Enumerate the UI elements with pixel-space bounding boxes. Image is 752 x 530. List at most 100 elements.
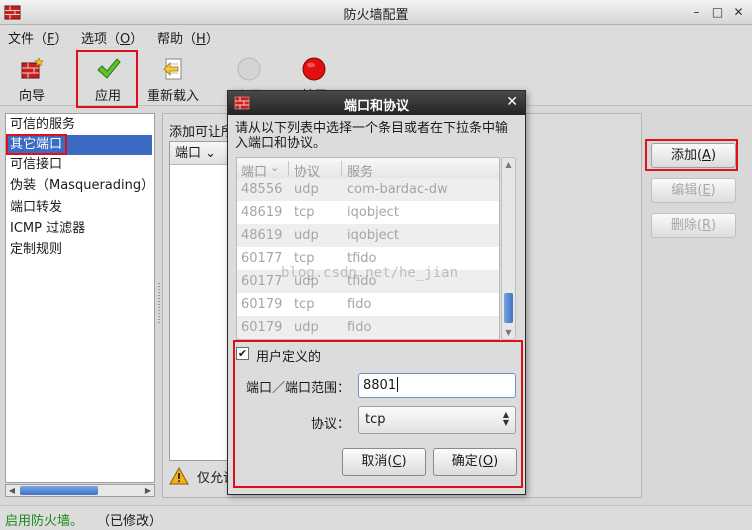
wizard-icon <box>21 57 44 79</box>
minimize-button[interactable]: – <box>688 4 705 21</box>
scroll-up-arrow-icon[interactable]: ▲ <box>502 158 515 171</box>
button-mnemonic: O <box>482 454 494 469</box>
menu-help[interactable]: 帮助（H） <box>154 27 222 48</box>
status-text: 启用防火墙。 <box>5 514 84 529</box>
row-service: fido <box>347 297 372 312</box>
dialog-vertical-scrollbar[interactable]: ▲ ▼ <box>501 157 516 340</box>
button-paren: ) <box>710 148 717 163</box>
button-paren: ) <box>710 183 716 198</box>
row-protocol: udp <box>294 228 319 243</box>
reload-icon <box>163 58 182 80</box>
pane-splitter[interactable] <box>157 113 161 498</box>
menu-mnemonic: O <box>120 32 131 47</box>
protocol-select[interactable]: tcp ▲ ▼ <box>358 406 516 434</box>
window-titlebar[interactable]: 防火墙配置 – □ ✕ <box>0 0 752 25</box>
watermark-text: blog.csdn.net/he_jian <box>281 265 459 281</box>
sidebar-item-other-ports[interactable]: 其它端口 <box>8 135 152 155</box>
dialog-titlebar[interactable]: 端口和协议 ✕ <box>228 91 525 115</box>
row-port: 48619 <box>241 205 283 220</box>
wizard-label: 向导 <box>18 89 45 104</box>
menu-paren: （ <box>34 32 48 47</box>
row-service: fido <box>347 320 372 335</box>
port-column-label: 端口 <box>175 146 202 161</box>
menu-paren: ） <box>205 32 219 47</box>
button-paren: ) <box>401 454 407 469</box>
close-window-button[interactable]: ✕ <box>730 4 747 21</box>
dialog-title: 端口和协议 <box>343 99 409 114</box>
menu-mnemonic: F <box>47 32 55 47</box>
menu-file-label: 文件 <box>8 32 35 47</box>
menubar: 文件（F） 选项（O） 帮助（H） <box>0 25 752 47</box>
port-service-list[interactable]: 端口 ⌄ 协议 服务 48556 udp com-bardac-dw 48619 tc… <box>236 157 500 340</box>
warning-icon <box>169 467 189 485</box>
user-defined-checkbox[interactable]: ✔ <box>236 347 249 360</box>
table-row[interactable]: 48619 tcp iqobject <box>237 201 499 224</box>
left-horizontal-scrollbar[interactable]: ◀ ▶ <box>5 484 155 497</box>
scrollbar-thumb[interactable] <box>504 293 513 323</box>
button-mnemonic: C <box>392 454 402 469</box>
cancel-button[interactable]: 取消(C) <box>342 448 426 476</box>
reload-button[interactable]: 重新载入 <box>143 52 203 104</box>
protocol-value: tcp <box>365 412 386 427</box>
table-row[interactable]: 60179 udp fido <box>237 316 499 339</box>
row-port: 48619 <box>241 228 283 243</box>
row-protocol: udp <box>294 320 319 335</box>
scrollbar-thumb[interactable] <box>20 486 98 495</box>
text-caret <box>397 377 399 392</box>
ok-button[interactable]: 确定(O) <box>433 448 517 476</box>
apply-button[interactable]: 应用 <box>84 52 132 104</box>
menu-options-label: 选项 <box>81 32 108 47</box>
dialog-close-icon[interactable]: ✕ <box>506 94 518 110</box>
sidebar-item-port-forwarding[interactable]: 端口转发 <box>8 198 152 218</box>
sidebar-item-icmp-filter[interactable]: ICMP 过滤器 <box>8 219 152 239</box>
maximize-button[interactable]: □ <box>709 4 726 21</box>
edit-port-button[interactable]: 编辑(E) <box>651 178 736 203</box>
status-modified: （已修改） <box>97 514 163 529</box>
checkmark-icon <box>97 58 121 79</box>
menu-paren: （ <box>183 32 197 47</box>
button-mnemonic: A <box>702 148 711 163</box>
scroll-left-arrow-icon[interactable]: ◀ <box>6 485 18 496</box>
wizard-button[interactable]: 向导 <box>8 52 56 104</box>
menu-options[interactable]: 选项（O） <box>78 27 146 48</box>
port-range-input[interactable]: 8801 <box>358 373 516 398</box>
protocol-label: 协议： <box>311 417 351 432</box>
add-port-button[interactable]: 添加(A) <box>651 143 736 168</box>
status-bar: 启用防火墙。 （已修改） <box>0 505 752 530</box>
chevron-down-icon: ⌄ <box>205 146 217 161</box>
remove-port-button[interactable]: 删除(R) <box>651 213 736 238</box>
row-service: iqobject <box>347 205 399 220</box>
row-protocol: tcp <box>294 205 315 220</box>
port-range-label: 端口／端口范围： <box>246 381 351 396</box>
ok-label: 确定 <box>451 454 478 469</box>
scroll-down-arrow-icon[interactable]: ▼ <box>502 326 515 339</box>
apply-label: 应用 <box>94 89 121 104</box>
user-defined-label: 用户定义的 <box>256 350 322 365</box>
category-list: 可信的服务 其它端口 可信接口 伪装（Masquerading） 端口转发 IC… <box>5 113 155 483</box>
sidebar-item-masquerading[interactable]: 伪装（Masquerading） <box>8 176 154 196</box>
button-paren: ) <box>711 218 717 233</box>
row-port: 60177 <box>241 251 283 266</box>
menu-paren: ） <box>54 32 68 47</box>
cancel-label: 取消 <box>361 454 388 469</box>
sidebar-item-custom-rules[interactable]: 定制规则 <box>8 240 152 260</box>
reload-label: 重新载入 <box>146 89 199 104</box>
menu-paren: （ <box>107 32 121 47</box>
menu-help-label: 帮助 <box>157 32 184 47</box>
row-port: 60179 <box>241 297 283 312</box>
port-list-header: 端口 ⌄ 协议 服务 <box>237 158 499 180</box>
table-row[interactable]: 48619 udp iqobject <box>237 224 499 247</box>
chevron-down-icon: ⌄ <box>270 161 280 174</box>
column-separator <box>341 161 342 176</box>
menu-file[interactable]: 文件（F） <box>5 27 71 48</box>
scroll-right-arrow-icon[interactable]: ▶ <box>142 485 154 496</box>
sidebar-item-trusted-services[interactable]: 可信的服务 <box>8 115 152 135</box>
sidebar-item-trusted-interfaces[interactable]: 可信接口 <box>8 155 152 175</box>
row-protocol: tcp <box>294 297 315 312</box>
row-port: 48556 <box>241 182 283 197</box>
table-row[interactable]: 48556 udp com-bardac-dw <box>237 178 499 201</box>
updown-arrows-icon: ▲ ▼ <box>502 410 509 427</box>
port-protocol-dialog: 端口和协议 ✕ 请从以下列表中选择一个条目或者在下拉条中输入端口和协议。 端口 … <box>227 90 526 495</box>
button-paren: ) <box>493 454 499 469</box>
table-row[interactable]: 60179 tcp fido <box>237 293 499 316</box>
